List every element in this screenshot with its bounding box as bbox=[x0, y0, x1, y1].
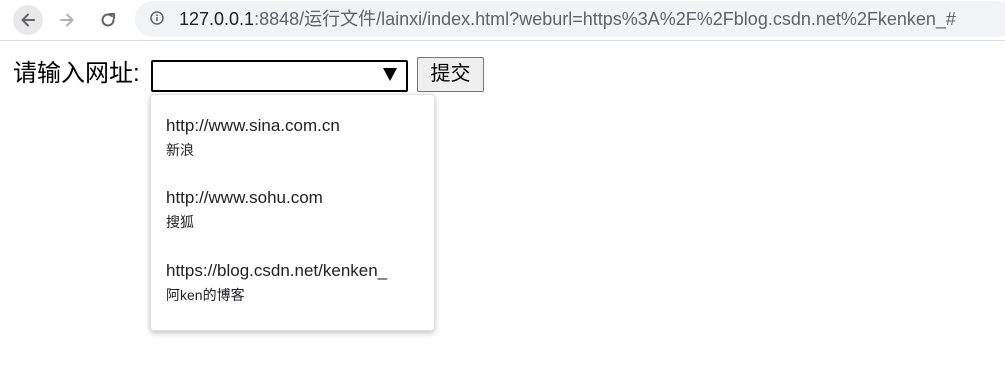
dropdown-arrow-icon[interactable] bbox=[383, 68, 397, 81]
suggestion-item-csdn[interactable]: https://blog.csdn.net/kenken_ 阿ken的博客 bbox=[166, 260, 426, 304]
reload-icon bbox=[101, 13, 115, 27]
suggestion-item-sina[interactable]: http://www.sina.com.cn 新浪 bbox=[166, 115, 426, 159]
url-prompt-label: 请输入网址: bbox=[13, 60, 140, 87]
page-content: 请输入网址: 提交 http://www.sina.com.cn 新浪 http… bbox=[0, 41, 1005, 380]
arrow-right-icon bbox=[60, 13, 74, 27]
url-input[interactable] bbox=[151, 60, 408, 92]
suggestion-label: 新浪 bbox=[166, 142, 194, 158]
arrow-left-icon bbox=[21, 13, 35, 27]
suggestion-url: http://www.sohu.com bbox=[166, 188, 323, 207]
url-host: 127.0.0.1 bbox=[179, 9, 255, 29]
info-icon[interactable] bbox=[150, 11, 164, 25]
suggestion-url: https://blog.csdn.net/kenken_ bbox=[166, 261, 388, 280]
suggestion-label: 搜狐 bbox=[166, 214, 194, 230]
address-bar[interactable]: 127.0.0.1:8848/运行文件/lainxi/index.html?we… bbox=[135, 1, 1005, 37]
suggestion-url: http://www.sina.com.cn bbox=[166, 116, 340, 135]
forward-button[interactable] bbox=[52, 5, 82, 35]
back-button[interactable] bbox=[13, 5, 43, 35]
suggestion-item-sohu[interactable]: http://www.sohu.com 搜狐 bbox=[166, 187, 426, 231]
browser-toolbar: 127.0.0.1:8848/运行文件/lainxi/index.html?we… bbox=[0, 0, 1005, 41]
suggestion-label: 阿ken的博客 bbox=[166, 287, 245, 303]
suggestion-list: http://www.sina.com.cn 新浪 http://www.soh… bbox=[150, 94, 435, 331]
address-url[interactable]: 127.0.0.1:8848/运行文件/lainxi/index.html?we… bbox=[179, 8, 956, 30]
reload-button[interactable] bbox=[93, 5, 123, 35]
url-path: :8848/运行文件/lainxi/index.html?weburl=http… bbox=[254, 9, 956, 29]
submit-button[interactable]: 提交 bbox=[417, 57, 484, 92]
